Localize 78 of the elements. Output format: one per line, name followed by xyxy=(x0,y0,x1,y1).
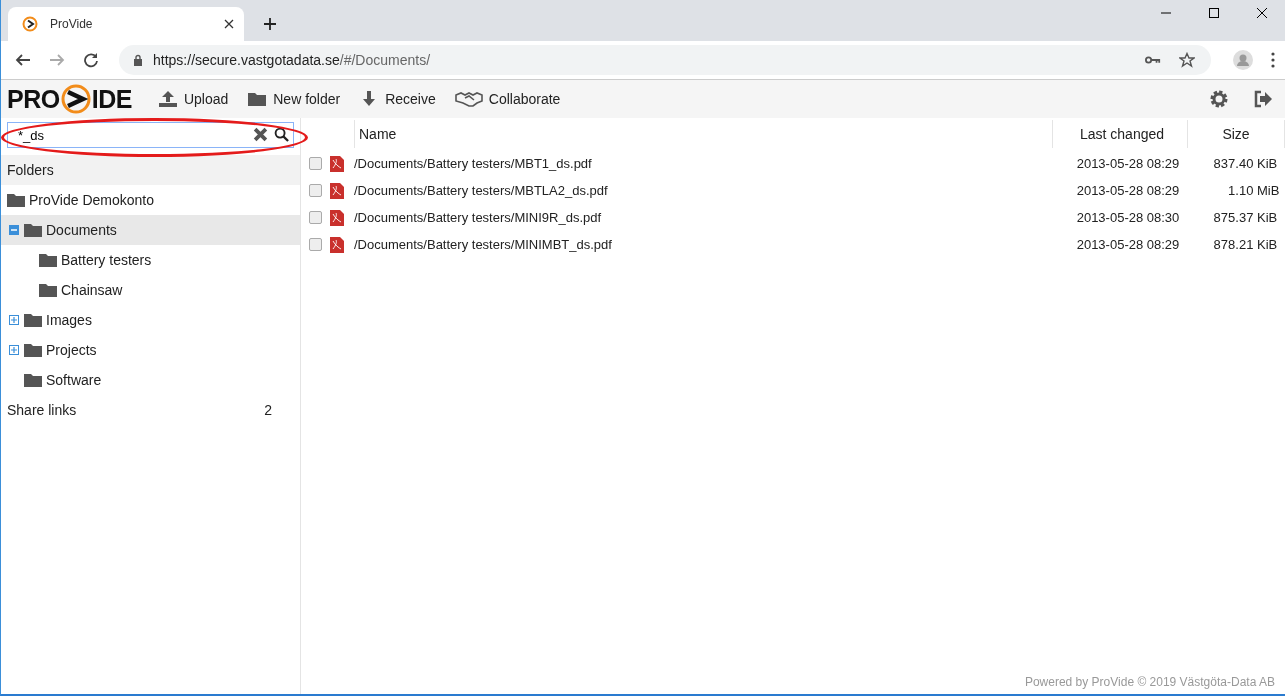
folder-button[interactable]: New folder xyxy=(243,86,345,112)
size-value: 875.37 xyxy=(1213,210,1254,225)
pdf-file-icon xyxy=(330,236,344,253)
expand-icon[interactable] xyxy=(9,315,19,325)
folder-icon xyxy=(39,283,57,297)
size-value: 1.10 xyxy=(1228,183,1254,198)
browser-tab[interactable]: ProVide xyxy=(8,7,244,41)
footer-text: Powered by ProVide © 2019 Västgöta-Data AB xyxy=(1023,675,1276,691)
folder-icon xyxy=(24,343,42,357)
folder-icon xyxy=(24,373,42,387)
lock-icon xyxy=(133,54,143,66)
folder-icon xyxy=(24,223,42,237)
folder-item[interactable]: Chainsaw xyxy=(1,275,300,305)
file-name[interactable]: /Documents/Battery testers/MBTLA2_ds.pdf xyxy=(354,183,1063,198)
file-name[interactable]: /Documents/Battery testers/MBT1_ds.pdf xyxy=(354,156,1063,171)
maximize-icon[interactable] xyxy=(1208,7,1220,19)
handshake-icon xyxy=(454,90,483,108)
collapse-icon[interactable] xyxy=(9,225,19,235)
folder-item[interactable]: ProVide Demokonto xyxy=(1,185,300,215)
date-cell-text: 2013-05-28 08:29 xyxy=(1075,156,1181,171)
upload-button[interactable]: Upload xyxy=(153,86,233,112)
file-name[interactable]: /Documents/Battery testers/MINIMBT_ds.pdf xyxy=(354,237,1063,252)
plus-icon[interactable] xyxy=(263,17,277,31)
back-arrow-icon[interactable] xyxy=(15,52,31,68)
chevron-circle-icon xyxy=(60,84,91,114)
settings-icon[interactable] xyxy=(1209,89,1229,109)
folder-item[interactable]: Projects xyxy=(1,335,300,365)
tab-title: ProVide xyxy=(50,17,94,31)
star-icon[interactable] xyxy=(1179,52,1195,68)
clear-icon[interactable] xyxy=(253,127,268,142)
date-cell-text: 2013-05-28 08:29 xyxy=(1075,237,1181,252)
column-header[interactable]: Last changed xyxy=(1052,120,1187,148)
row-checkbox[interactable] xyxy=(309,184,322,197)
pdf-file-icon xyxy=(330,182,344,199)
pdf-file-icon xyxy=(330,209,344,226)
folder-icon xyxy=(24,313,42,327)
menu-icon[interactable] xyxy=(1271,52,1275,68)
folder-item[interactable]: Images xyxy=(1,305,300,335)
address-bar[interactable]: https://secure.vastgotadata.se/#/Documents/ xyxy=(119,45,1211,75)
file-name[interactable]: /Documents/Battery testers/MINI9R_ds.pdf xyxy=(354,210,1063,225)
avatar-icon[interactable] xyxy=(1233,50,1253,70)
folder-icon xyxy=(7,193,25,207)
size-unit: MiB xyxy=(1257,183,1281,198)
size-unit: KiB xyxy=(1257,156,1279,171)
folder-icon xyxy=(39,253,57,267)
row-checkbox[interactable] xyxy=(309,157,322,170)
column-header[interactable]: Size xyxy=(1187,120,1285,148)
sign-out-icon[interactable] xyxy=(1253,89,1273,109)
logo-text: IDE xyxy=(91,84,132,114)
share-links-label[interactable]: Share links xyxy=(7,402,77,418)
row-checkbox[interactable] xyxy=(309,211,322,224)
size-unit: KiB xyxy=(1257,237,1279,252)
reload-icon[interactable] xyxy=(83,52,99,68)
size-unit: KiB xyxy=(1257,210,1279,225)
date-cell-text: 2013-05-28 08:30 xyxy=(1075,210,1181,225)
url-text: https://secure.vastgotadata.se/#/Documents/ xyxy=(153,52,431,68)
size-value: 878.21 xyxy=(1213,237,1254,252)
search-field[interactable]: *_ds xyxy=(7,122,294,148)
search-icon[interactable] xyxy=(274,127,289,142)
upload-icon xyxy=(157,90,178,108)
date-cell-text: 2013-05-28 08:29 xyxy=(1075,183,1181,198)
folders-heading: Folders xyxy=(1,155,300,185)
folder-item[interactable]: Software xyxy=(1,365,300,395)
close-icon[interactable] xyxy=(224,19,234,29)
handshake-button[interactable]: Collaborate xyxy=(450,86,565,112)
expand-icon[interactable] xyxy=(9,345,19,355)
size-value: 837.40 xyxy=(1213,156,1254,171)
folder-item[interactable]: Documents xyxy=(1,215,300,245)
chevron-circle-icon xyxy=(22,16,38,32)
column-header[interactable]: Name xyxy=(354,120,1052,148)
folder-item[interactable]: Battery testers xyxy=(1,245,300,275)
share-links-count: 2 xyxy=(264,402,272,418)
pdf-file-icon xyxy=(330,155,344,172)
logo-text: PRO xyxy=(7,84,60,114)
folder-icon xyxy=(247,90,268,108)
row-checkbox[interactable] xyxy=(309,238,322,251)
receive-button[interactable]: Receive xyxy=(355,86,440,112)
close-icon[interactable] xyxy=(1256,7,1268,19)
